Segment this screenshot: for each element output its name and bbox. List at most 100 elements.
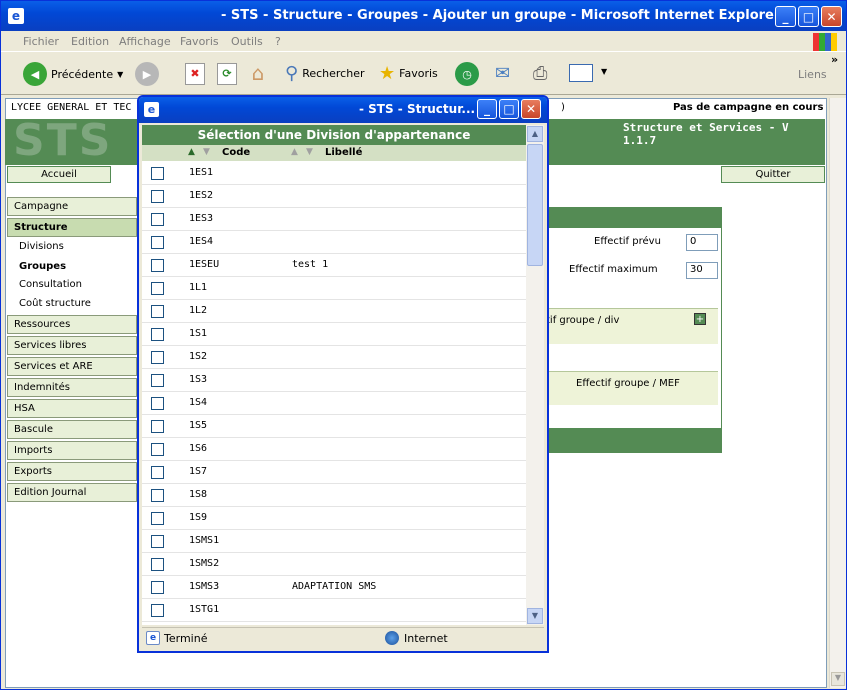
sidebar-item-ressources[interactable]: Ressources (7, 315, 137, 334)
search-button[interactable]: ⚲ Rechercher (285, 63, 364, 84)
division-row[interactable]: 1S3 (142, 369, 526, 392)
division-row[interactable]: 1S2 (142, 346, 526, 369)
popup-scroll-down-icon[interactable]: ▼ (527, 608, 543, 624)
nav-quitter[interactable]: Quitter (721, 166, 825, 183)
home-icon[interactable]: ⌂ (246, 61, 270, 85)
favorites-button[interactable]: ★ Favoris (379, 63, 438, 84)
division-row[interactable]: 1S1 (142, 323, 526, 346)
back-button[interactable]: ◀ Précédente ▼ (23, 62, 123, 86)
division-row[interactable]: 1ES2 (142, 185, 526, 208)
division-checkbox[interactable] (151, 213, 164, 226)
sidebar-item-exports[interactable]: Exports (7, 462, 137, 481)
popup-scroll-thumb[interactable] (527, 144, 543, 266)
print-icon[interactable]: ⎙ (533, 63, 547, 84)
division-row[interactable]: 1L2 (142, 300, 526, 323)
division-checkbox[interactable] (151, 420, 164, 433)
division-row[interactable]: 1S9 (142, 507, 526, 530)
division-checkbox[interactable] (151, 604, 164, 617)
division-row[interactable]: 1ES4 (142, 231, 526, 254)
sidebar-item-services-libres[interactable]: Services libres (7, 336, 137, 355)
scroll-down-icon[interactable]: ▼ (831, 672, 845, 686)
mail-icon[interactable]: ✉ (495, 63, 510, 84)
sort-asc-libelle-icon[interactable]: ▲ (291, 147, 298, 157)
division-checkbox[interactable] (151, 328, 164, 341)
col-code[interactable]: Code (222, 147, 250, 158)
division-row[interactable]: 1S4 (142, 392, 526, 415)
sidebar-item-edition-journal[interactable]: Edition Journal (7, 483, 137, 502)
sort-asc-code-icon[interactable]: ▲ (188, 147, 195, 157)
sidebar-item-services-are[interactable]: Services et ARE (7, 357, 137, 376)
sidebar-item-structure[interactable]: Structure (7, 218, 137, 237)
nav-accueil[interactable]: Accueil (7, 166, 111, 183)
edit-dropdown-icon[interactable]: ▼ (601, 67, 607, 76)
division-checkbox[interactable] (151, 558, 164, 571)
division-row[interactable]: 1ES1 (142, 162, 526, 185)
sidebar-item-hsa[interactable]: HSA (7, 399, 137, 418)
division-row[interactable]: 1SMS3 ADAPTATION SMS (142, 576, 526, 599)
menu-affichage[interactable]: Affichage (119, 35, 171, 48)
maximize-button[interactable]: □ (798, 6, 819, 27)
sidebar-sub-divisions[interactable]: Divisions (19, 241, 64, 252)
division-row[interactable]: 1SMS1 (142, 530, 526, 553)
popup-scroll-up-icon[interactable]: ▲ (527, 126, 543, 142)
division-checkbox[interactable] (151, 374, 164, 387)
close-button[interactable]: ✕ (821, 6, 842, 27)
popup-maximize-button[interactable]: □ (499, 99, 519, 119)
division-row[interactable]: 1ESEU test 1 (142, 254, 526, 277)
division-row[interactable]: 1ES3 (142, 208, 526, 231)
sidebar-item-bascule[interactable]: Bascule (7, 420, 137, 439)
minimize-button[interactable]: _ (775, 6, 796, 27)
division-checkbox[interactable] (151, 466, 164, 479)
division-row[interactable]: 1S7 (142, 461, 526, 484)
division-checkbox[interactable] (151, 443, 164, 456)
sidebar-sub-consultation[interactable]: Consultation (19, 279, 82, 290)
division-checkbox[interactable] (151, 581, 164, 594)
division-checkbox[interactable] (151, 282, 164, 295)
menu-favoris[interactable]: Favoris (180, 35, 219, 48)
division-row[interactable]: 1S5 (142, 415, 526, 438)
menu-edition[interactable]: Edition (71, 35, 109, 48)
col-libelle[interactable]: Libellé (325, 147, 362, 158)
division-checkbox[interactable] (151, 305, 164, 318)
refresh-icon[interactable]: ⟳ (217, 63, 237, 85)
division-checkbox[interactable] (151, 190, 164, 203)
sidebar-item-imports[interactable]: Imports (7, 441, 137, 460)
effectif-prevu-input[interactable]: 0 (686, 234, 718, 251)
links-label[interactable]: Liens (798, 68, 827, 81)
back-dropdown-icon[interactable]: ▼ (117, 70, 123, 79)
sidebar-sub-cout[interactable]: Coût structure (19, 298, 91, 309)
menu-help[interactable]: ? (275, 35, 281, 48)
menu-outils[interactable]: Outils (231, 35, 263, 48)
menu-fichier[interactable]: Fichier (23, 35, 59, 48)
division-row[interactable]: 1L1 (142, 277, 526, 300)
effectif-max-input[interactable]: 30 (686, 262, 718, 279)
division-checkbox[interactable] (151, 236, 164, 249)
sort-desc-code-icon[interactable]: ▼ (203, 147, 210, 157)
division-row[interactable]: 1STG1 (142, 599, 526, 622)
add-div-button[interactable]: + (694, 313, 706, 325)
division-checkbox[interactable] (151, 167, 164, 180)
page-scrollbar[interactable]: ▼ (829, 98, 846, 688)
sidebar-sub-groupes[interactable]: Groupes (19, 261, 66, 272)
sidebar-item-indemnites[interactable]: Indemnités (7, 378, 137, 397)
popup-minimize-button[interactable]: _ (477, 99, 497, 119)
popup-scrollbar[interactable]: ▲ ▼ (526, 125, 544, 625)
division-row[interactable]: 1S8 (142, 484, 526, 507)
stop-icon[interactable]: ✖ (185, 63, 205, 85)
popup-close-button[interactable]: ✕ (521, 99, 541, 119)
forward-button[interactable]: ▶ (135, 62, 159, 86)
history-icon[interactable]: ◷ (455, 62, 479, 86)
edit-icon[interactable] (569, 64, 593, 82)
sort-desc-libelle-icon[interactable]: ▼ (306, 147, 313, 157)
division-checkbox[interactable] (151, 397, 164, 410)
division-checkbox[interactable] (151, 489, 164, 502)
division-checkbox[interactable] (151, 512, 164, 525)
division-checkbox[interactable] (151, 351, 164, 364)
division-row[interactable]: 1SMS2 (142, 553, 526, 576)
division-checkbox[interactable] (151, 535, 164, 548)
division-checkbox[interactable] (151, 259, 164, 272)
links-chevron-icon[interactable]: » (831, 53, 838, 66)
sidebar-item-campagne[interactable]: Campagne (7, 197, 137, 216)
back-arrow-icon: ◀ (23, 62, 47, 86)
division-row[interactable]: 1S6 (142, 438, 526, 461)
